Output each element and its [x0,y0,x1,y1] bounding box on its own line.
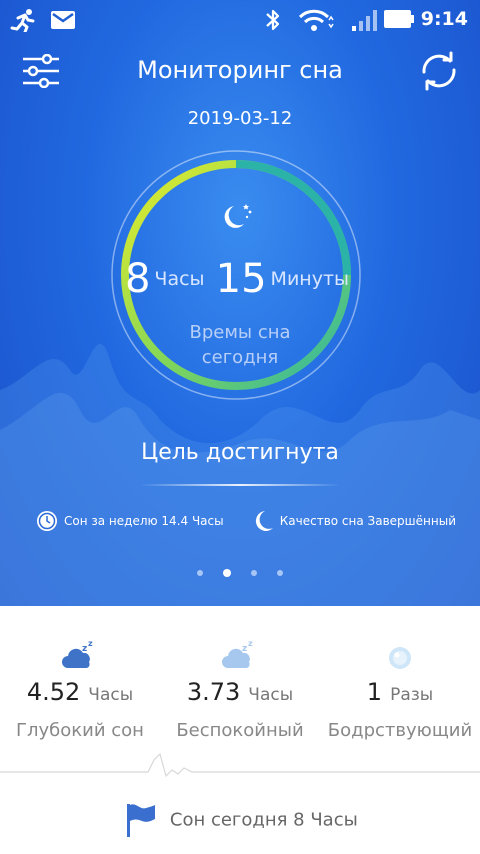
clock-icon [37,511,57,531]
moon-stars-icon [224,204,252,228]
hours-value: 8 [124,256,151,302]
sync-icon[interactable] [416,50,462,92]
stat-awake: 1 Разы Бодрствующий [320,636,480,741]
awake-unit: Разы [390,685,434,705]
weekly-sleep-info[interactable]: Сон за неделю 14.4 Часы [36,510,224,532]
sleep-stats-panel: z z 4.52 Часы Глубокий сон z z 3.73 Часы Б… [0,606,480,854]
sleep-quality-info[interactable]: Качество сна Завершённый [254,510,456,532]
awake-icon [389,647,411,669]
sleep-duration: 8 Часы 15 Минуты [0,256,480,302]
page-dot[interactable] [277,569,283,576]
weekly-sleep-text: Сон за неделю 14.4 Часы [64,514,224,528]
goal-divider [140,484,340,486]
sleep-duration-label: Времы сна сегодня [0,320,480,370]
restless-sleep-value: 3.73 [186,678,241,706]
page-title: Мониторинг сна [137,56,343,84]
flag-icon [127,804,156,837]
page-dot[interactable] [251,569,257,576]
svg-text:z: z [242,644,247,654]
mail-icon [51,11,75,29]
restless-sleep-label: Беспокойный [176,720,304,741]
sleep-today-text: Сон сегодня 8 Часы [169,809,358,831]
sleep-today-footer: Сон сегодня 8 Часы [0,802,480,838]
svg-text:z: z [248,640,253,648]
stat-deep-sleep: z z 4.52 Часы Глубокий сон [0,636,160,741]
minutes-value: 15 [215,256,267,302]
clock: 9:14 [420,8,468,30]
deep-sleep-label: Глубокий сон [16,720,144,741]
app-header: Мониторинг сна [0,48,480,94]
page-dot-active[interactable] [223,568,231,577]
page-indicator [0,562,480,581]
sleep-quality-text: Качество сна Завершённый [279,514,456,528]
deep-sleep-unit: Часы [88,685,134,705]
battery-icon [384,10,414,28]
deep-sleep-value: 4.52 [26,678,81,706]
wifi-icon [298,9,334,31]
selected-date[interactable]: 2019-03-12 [0,108,480,129]
awake-label: Бодрствующий [327,720,473,741]
minutes-unit: Минуты [270,268,350,290]
deep-sleep-cloud-icon: z z [62,640,93,668]
status-bar: 9:14 [0,0,480,40]
running-icon [10,9,35,32]
restless-sleep-unit: Часы [248,685,294,705]
sleep-hero-panel: 9:14 Мониторинг сна 2019-03-12 8 Часы 15… [0,0,480,606]
page-dot[interactable] [197,569,203,576]
stat-restless-sleep: z z 3.73 Часы Беспокойный [160,636,320,741]
sleep-label-line1: Времы сна [189,322,291,343]
svg-text:z: z [88,640,93,648]
moon-icon [255,511,273,531]
bluetooth-icon [266,9,280,31]
restless-sleep-cloud-icon: z z [222,640,253,668]
pulse-divider [0,752,480,778]
signal-icon [352,10,377,31]
awake-value: 1 [366,678,383,706]
svg-text:z: z [82,644,87,654]
sleep-label-line2: сегодня [201,347,279,368]
hours-unit: Часы [154,268,205,290]
goal-status: Цель достигнута [141,440,339,465]
